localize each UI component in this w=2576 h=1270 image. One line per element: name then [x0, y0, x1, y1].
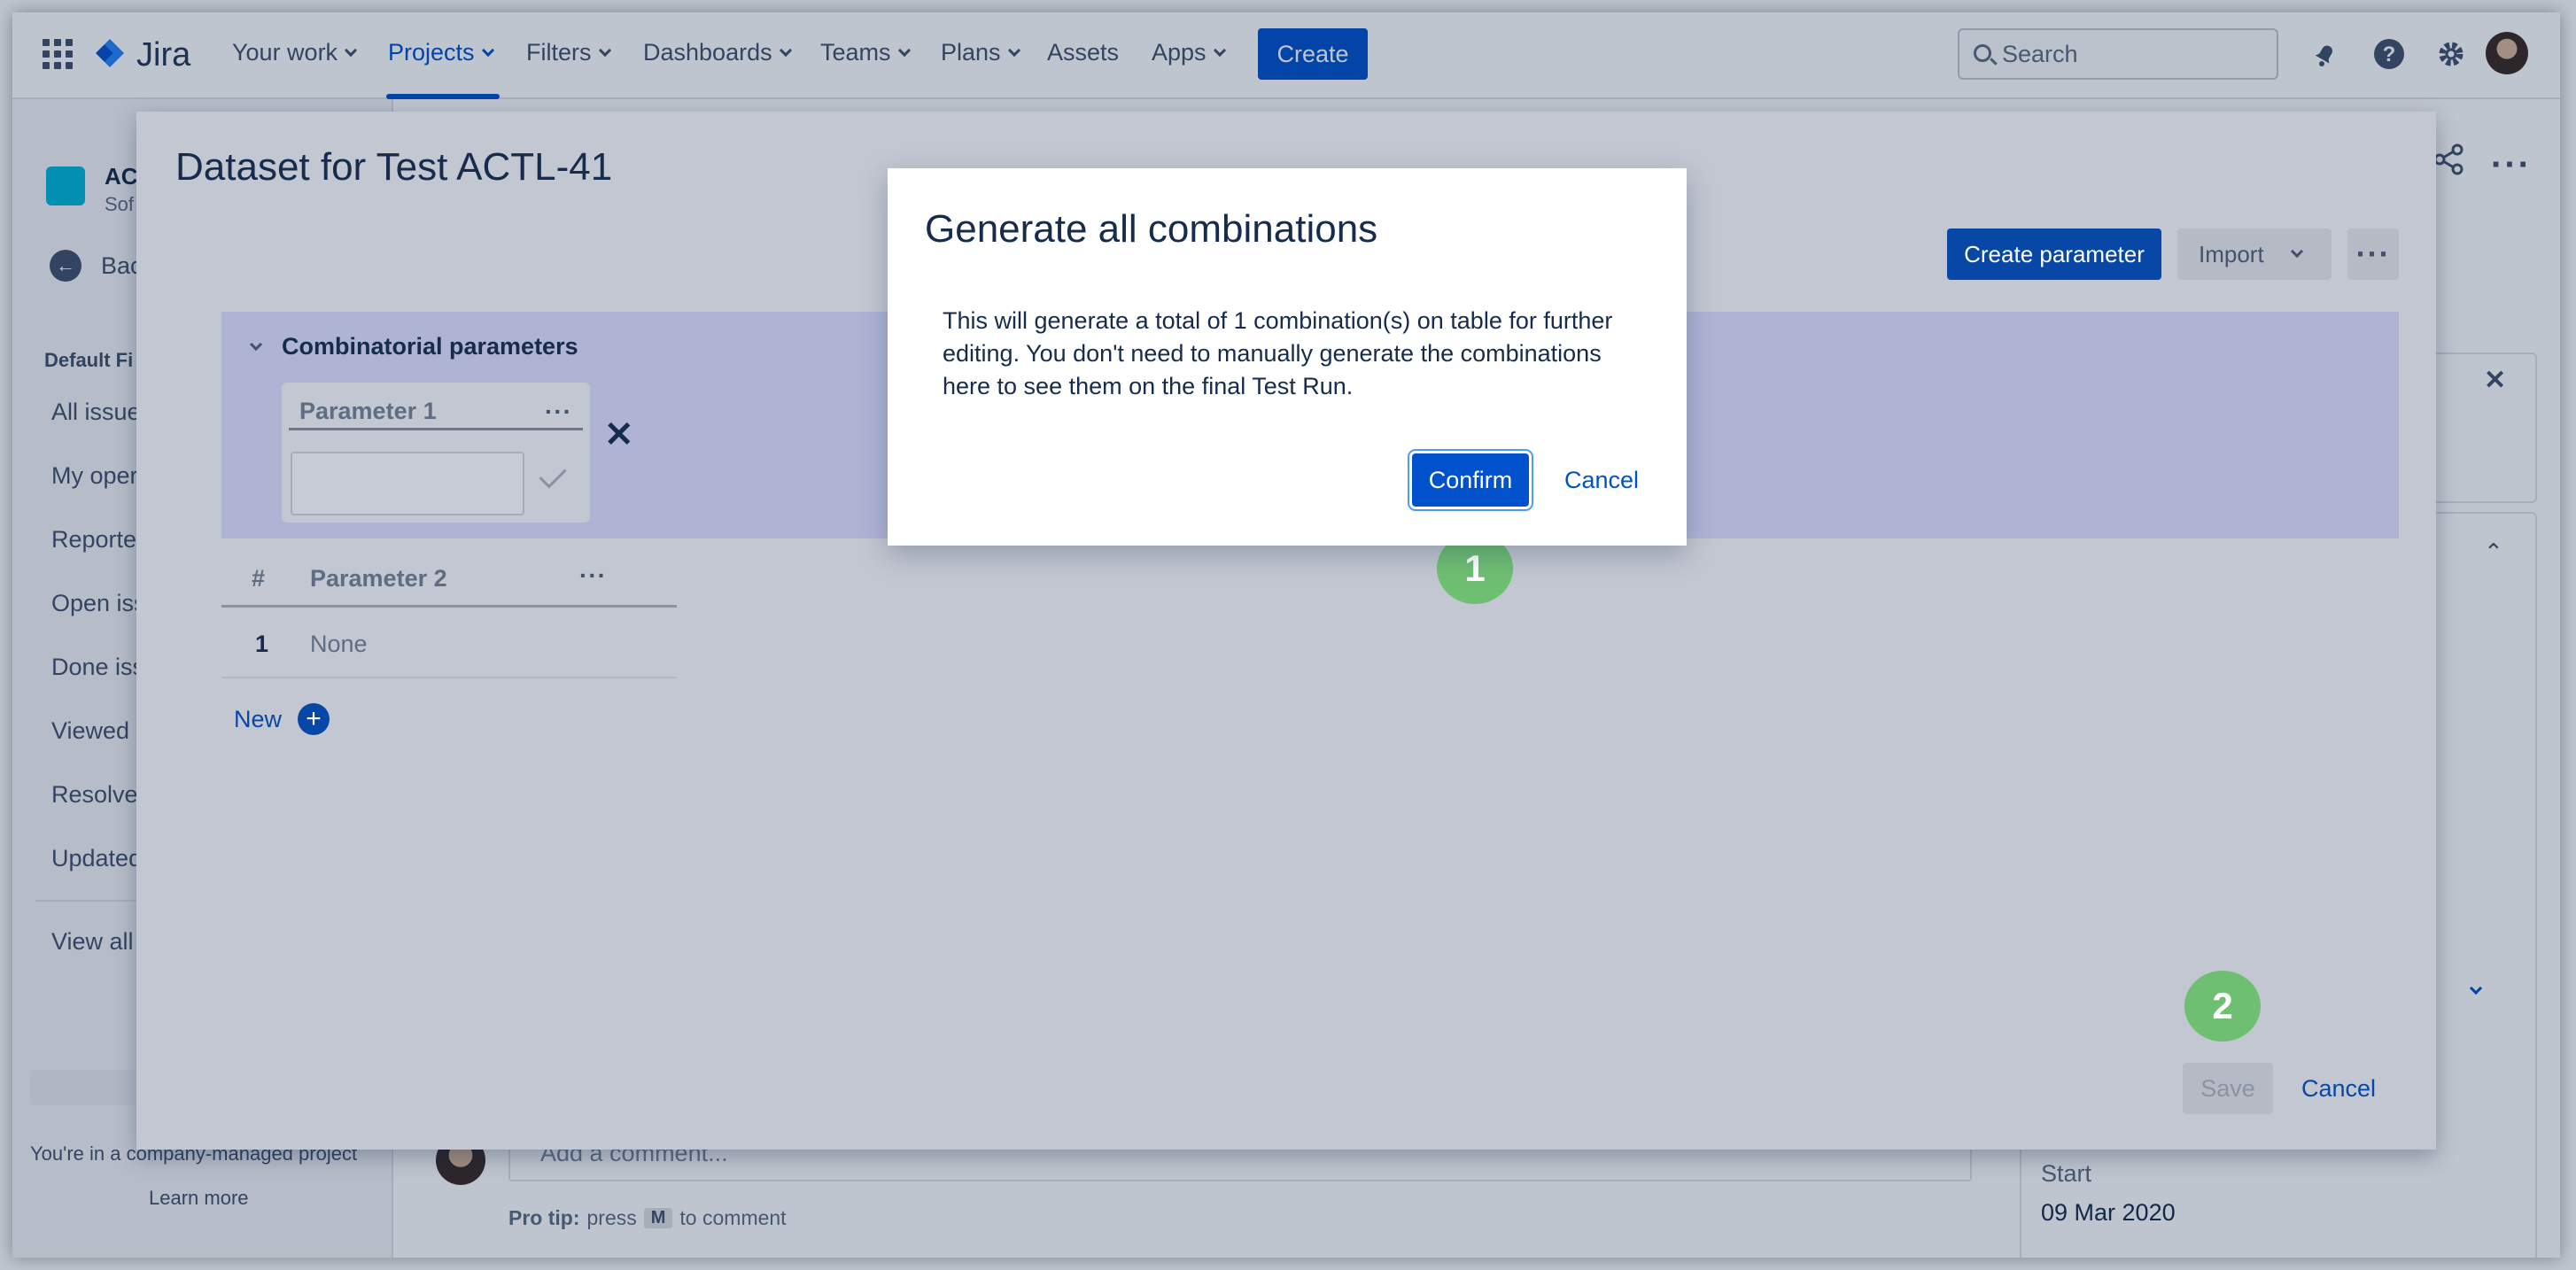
column-parameter-header: Parameter 2 [310, 565, 447, 592]
checkmark-icon[interactable] [539, 461, 567, 489]
parameter-card: Parameter 1 ··· [282, 383, 590, 523]
column-number-header: # [252, 565, 266, 592]
cancel-button[interactable]: Cancel [1557, 453, 1646, 507]
import-button[interactable]: Import [2177, 228, 2332, 280]
combinatorial-toggle[interactable]: Combinatorial parameters [248, 333, 578, 360]
table-header: # Parameter 2 ··· [221, 558, 677, 608]
chevron-down-icon [2290, 244, 2303, 259]
create-parameter-button[interactable]: Create parameter [1947, 228, 2161, 280]
step-marker-2: 2 [2184, 971, 2261, 1042]
row-number: 1 [255, 631, 269, 657]
generate-combinations-dialog: Generate all combinations This will gene… [888, 168, 1687, 546]
confirm-button[interactable]: Confirm [1412, 453, 1529, 507]
remove-parameter-icon[interactable]: ✕ [604, 414, 634, 455]
import-label: Import [2199, 240, 2264, 267]
column-more-icon[interactable]: ··· [579, 561, 607, 590]
dialog-title: Generate all combinations [925, 207, 1378, 251]
more-options-button[interactable]: ··· [2347, 228, 2399, 280]
dialog-body: This will generate a total of 1 combinat… [943, 307, 1613, 399]
parameter-name: Parameter 1 [299, 398, 437, 424]
chevron-down-icon [249, 337, 263, 351]
row-value[interactable]: None [310, 631, 368, 658]
new-label: New [234, 705, 283, 732]
table-row[interactable]: 1 None [221, 609, 677, 678]
parameter-header: Parameter 1 ··· [289, 395, 583, 430]
dataset-title: Dataset for Test ACTL-41 [175, 145, 613, 189]
new-row-button[interactable]: New + [234, 703, 330, 735]
plus-icon: + [298, 703, 330, 735]
parameter-value-input[interactable] [291, 452, 524, 515]
parameter-more-icon[interactable]: ··· [545, 398, 572, 426]
dataset-cancel-button[interactable]: Cancel [2301, 1075, 2376, 1103]
save-button[interactable]: Save [2183, 1063, 2273, 1114]
combinatorial-heading: Combinatorial parameters [282, 333, 578, 360]
